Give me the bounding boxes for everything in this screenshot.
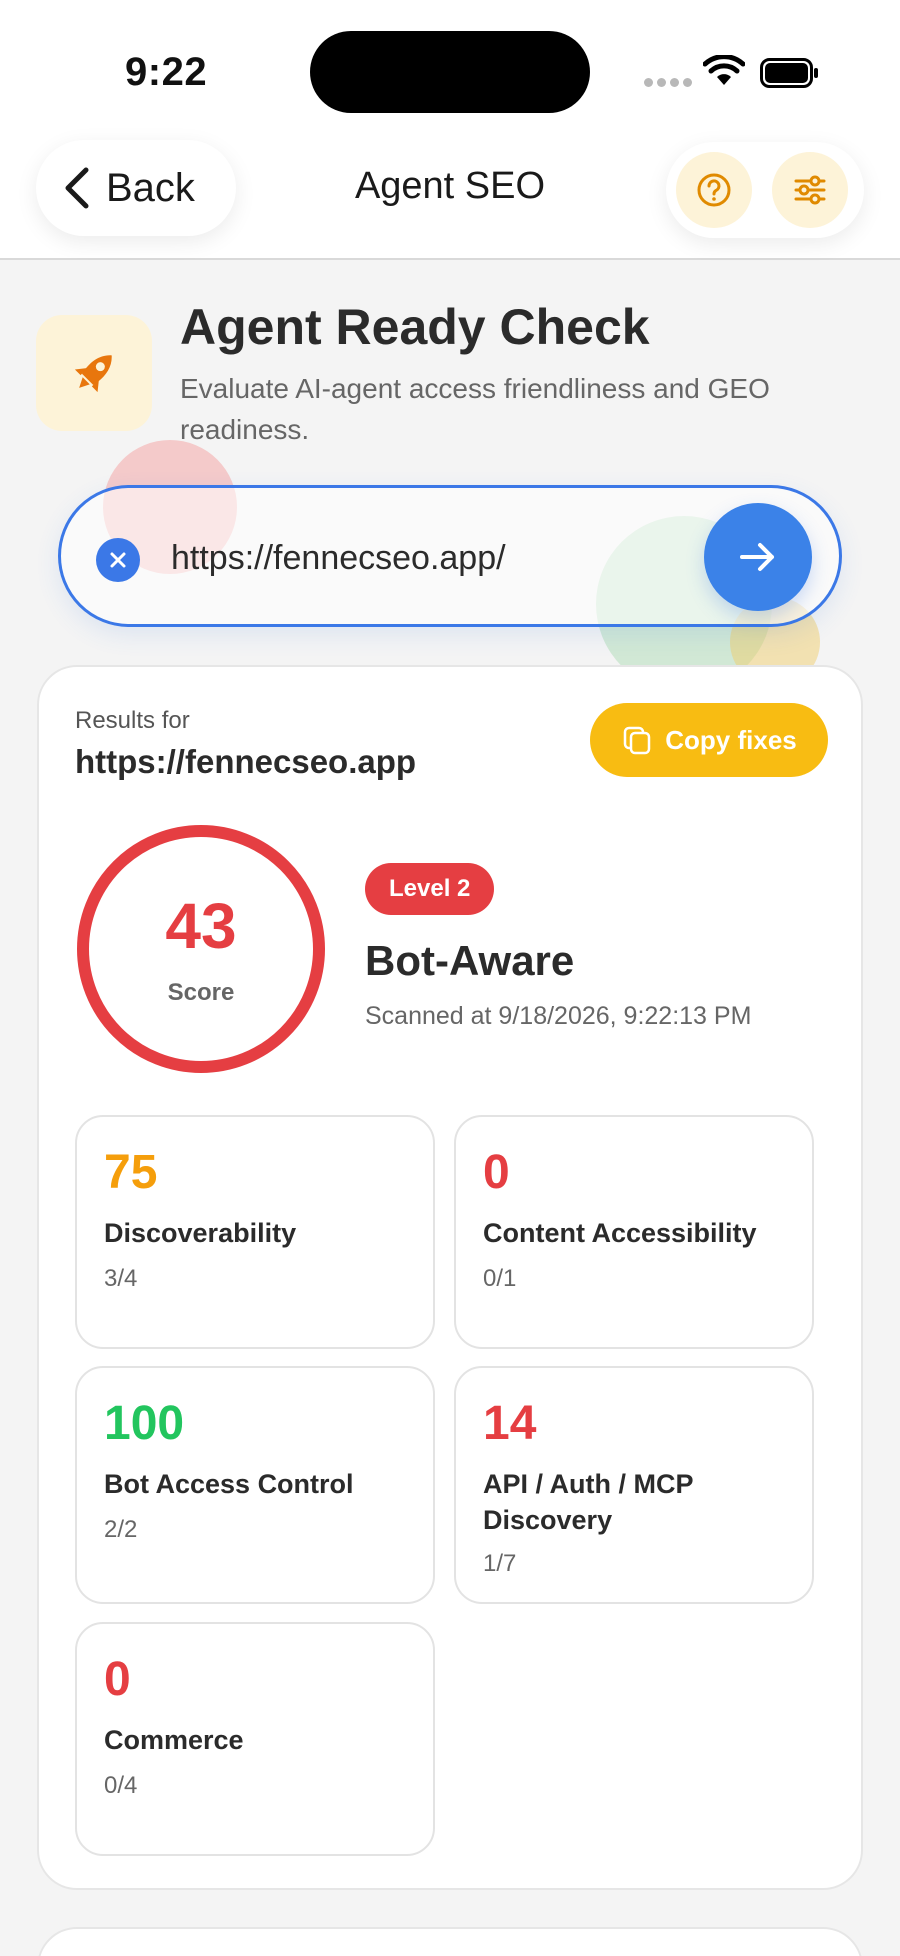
help-icon: [697, 173, 731, 207]
metric-name: Commerce: [104, 1725, 244, 1755]
score-label: Score: [167, 979, 235, 1006]
metric-score: 75: [104, 1146, 158, 1199]
next-section-card: [37, 1927, 863, 1956]
metric-score: 14: [483, 1397, 537, 1450]
metric-checks: 1/7: [483, 1550, 517, 1577]
results-url: https://fennecseo.app: [75, 743, 417, 780]
clear-button[interactable]: [96, 538, 140, 582]
rocket-icon: [74, 355, 112, 393]
hero-icon-tile: [36, 315, 152, 431]
metric-score: 100: [104, 1397, 185, 1450]
results-label: Results for: [75, 707, 190, 734]
score-value: 43: [165, 890, 237, 962]
metric-name: Bot Access Control: [104, 1469, 354, 1499]
copy-icon: [624, 726, 651, 755]
dynamic-island: [310, 31, 590, 113]
url-search-field: [58, 485, 842, 627]
hero-title: Agent Ready Check: [180, 299, 650, 355]
help-button[interactable]: [676, 152, 752, 228]
cellular-signal-icon: [644, 78, 692, 87]
metric-score: 0: [104, 1653, 131, 1706]
metric-checks: 2/2: [104, 1516, 138, 1543]
metric-checks: 0/4: [104, 1772, 138, 1799]
sliders-icon: [794, 175, 826, 205]
close-icon: [110, 552, 126, 568]
metric-card-commerce[interactable]: 0 Commerce 0/4: [75, 1622, 435, 1856]
wifi-icon: [703, 55, 745, 85]
level-badge: Level 2: [365, 863, 495, 915]
level-name: Bot-Aware: [365, 937, 575, 984]
nav-header: Back Agent SEO: [0, 130, 900, 260]
metric-name: Content Accessibility: [483, 1218, 757, 1248]
metric-checks: 0/1: [483, 1265, 517, 1292]
battery-icon: [760, 58, 818, 88]
url-input[interactable]: [171, 526, 651, 590]
metric-card-api-auth-mcp[interactable]: 14 API / Auth / MCP Discovery 1/7: [454, 1366, 814, 1604]
metric-card-bot-access-control[interactable]: 100 Bot Access Control 2/2: [75, 1366, 435, 1604]
hero-subtitle: Evaluate AI-agent access friendliness an…: [180, 373, 770, 445]
header-actions: [666, 142, 864, 238]
settings-button[interactable]: [772, 152, 848, 228]
copy-fixes-label: Copy fixes: [665, 724, 797, 755]
results-card: Results for https://fennecseo.app Copy f…: [37, 665, 863, 1890]
copy-fixes-button[interactable]: Copy fixes: [590, 703, 828, 777]
metric-card-content-accessibility[interactable]: 0 Content Accessibility 0/1: [454, 1115, 814, 1349]
status-bar: 9:22: [0, 0, 900, 130]
metric-checks: 3/4: [104, 1265, 138, 1292]
arrow-right-icon: [740, 543, 774, 571]
metric-card-discoverability[interactable]: 75 Discoverability 3/4: [75, 1115, 435, 1349]
run-check-button[interactable]: [704, 503, 812, 611]
metric-name: API / Auth / MCP Discovery: [483, 1469, 694, 1535]
status-time: 9:22: [125, 50, 208, 94]
metric-name: Discoverability: [104, 1218, 297, 1248]
metric-score: 0: [483, 1146, 510, 1199]
scanned-timestamp: Scanned at 9/18/2026, 9:22:13 PM: [365, 1002, 752, 1030]
